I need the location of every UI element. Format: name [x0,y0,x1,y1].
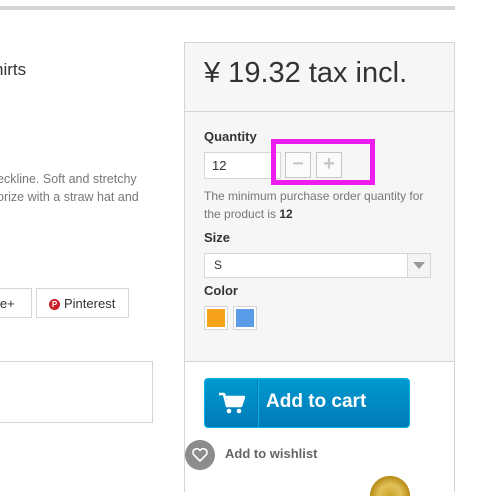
cart-area: Add to cart Add to wishlist [185,361,454,492]
cart-icon [219,392,245,414]
price-display: ¥ 19.32 tax incl. [204,57,408,89]
pinterest-icon: P [49,299,60,310]
share-google-button[interactable]: le+ [0,288,32,318]
product-info-box [0,361,153,423]
description-line: eckline. Soft and stretchy [0,172,137,186]
add-to-wishlist-link[interactable]: Add to wishlist [225,446,317,461]
add-to-cart-button[interactable]: Add to cart [204,378,410,428]
buy-box: ¥ 19.32 tax incl. Quantity − + The minim… [184,42,455,492]
size-selected-value: S [214,258,223,272]
quantity-input[interactable] [204,152,281,179]
product-title: hirts [0,60,27,79]
select-arrow-icon[interactable] [407,254,430,277]
share-pinterest-button[interactable]: P Pinterest [36,288,129,318]
minimum-quantity-text: The minimum purchase order quantity for … [204,189,424,221]
swatch-fill [236,309,254,327]
cart-icon-wrapper [205,379,258,427]
color-swatch-orange[interactable] [204,306,228,330]
minimum-quantity-note: The minimum purchase order quantity for … [204,187,434,223]
share-google-label: le+ [0,296,15,311]
minimum-quantity-value: 12 [279,207,293,221]
swatch-fill [207,309,225,327]
description-line: orize with a straw hat and [0,190,139,204]
color-swatch-blue[interactable] [233,306,257,330]
add-to-cart-label: Add to cart [266,391,367,412]
product-description: eckline. Soft and stretchy orize with a … [0,170,177,206]
highlight-box [271,139,375,185]
quantity-label: Quantity [204,129,257,144]
heart-icon [192,448,208,462]
size-select[interactable]: S [204,253,431,278]
size-label: Size [204,230,231,245]
share-pinterest-label: Pinterest [64,296,116,311]
price-row: ¥ 19.32 tax incl. [185,43,454,112]
wishlist-icon-button[interactable] [185,440,215,470]
badge-seal [370,476,410,496]
color-label: Color [204,283,238,298]
top-divider [0,6,455,10]
